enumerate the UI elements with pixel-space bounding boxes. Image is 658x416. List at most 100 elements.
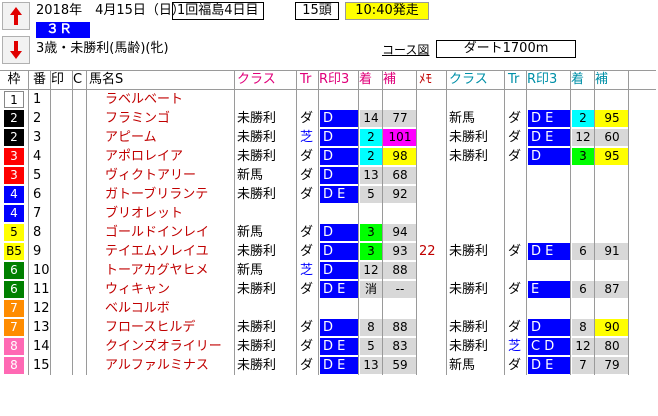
col-waku[interactable]: 枠 <box>2 71 26 89</box>
course-map-link[interactable]: コース図 <box>382 42 429 58</box>
table-row[interactable]: 8 15 アルファルミナス 未勝利ダ D E 13 59 新馬ダ D E 7 79 <box>0 356 656 375</box>
memo-cell[interactable] <box>416 299 442 318</box>
col-number[interactable]: 番 <box>28 71 50 89</box>
c-cell[interactable] <box>72 166 86 185</box>
col-track-1[interactable]: Tr <box>296 71 318 89</box>
table-row[interactable]: 1 1 ラベルベート <box>0 90 656 109</box>
col-class-2[interactable]: クラス <box>446 71 504 89</box>
table-row[interactable]: 3 5 ヴィクトアリー 新馬ダ D 13 68 <box>0 166 656 185</box>
table-row[interactable]: 4 6 ガトーブリランテ 未勝利ダ D E 5 92 <box>0 185 656 204</box>
col-class-1[interactable]: クラス <box>234 71 296 89</box>
mark-cell[interactable] <box>50 299 72 318</box>
mark-cell[interactable] <box>50 109 72 128</box>
horse-name[interactable]: トーアカグヤヒメ <box>86 261 234 280</box>
mark-cell[interactable] <box>50 90 72 109</box>
table-row[interactable]: 7 13 フロースヒルデ 未勝利ダ D 8 88 未勝利ダ D 8 90 <box>0 318 656 337</box>
mark-cell[interactable] <box>50 204 72 223</box>
table-row[interactable]: B5 9 テイエムソレイユ 未勝利ダ D 3 93 22 未勝利ダ D E 6 91 <box>0 242 656 261</box>
memo-cell[interactable] <box>416 185 442 204</box>
memo-cell[interactable] <box>416 261 442 280</box>
c-cell[interactable] <box>72 90 86 109</box>
memo-cell[interactable] <box>416 147 442 166</box>
col-finish-2[interactable]: 着 <box>570 71 594 89</box>
col-c[interactable]: C <box>72 71 86 89</box>
memo-cell[interactable] <box>416 109 442 128</box>
memo-cell[interactable] <box>416 223 442 242</box>
table-row[interactable]: 2 2 フラミンゴ 未勝利ダ D 14 77 新馬ダ D E 2 95 <box>0 109 656 128</box>
next-race-button[interactable] <box>2 36 30 64</box>
c-cell[interactable] <box>72 261 86 280</box>
horse-name[interactable]: フラミンゴ <box>86 109 234 128</box>
race2-track <box>504 90 526 109</box>
c-cell[interactable] <box>72 204 86 223</box>
table-row[interactable]: 6 11 ウィキャン 未勝利ダ D E 消 -- 未勝利ダ E 6 87 <box>0 280 656 299</box>
arrow-up-icon <box>10 7 22 25</box>
col-rmark-2[interactable]: R印3 <box>526 71 570 89</box>
table-row[interactable]: 6 10 トーアカグヤヒメ 新馬芝 D 12 88 <box>0 261 656 280</box>
memo-cell[interactable]: 22 <box>416 242 442 261</box>
table-row[interactable]: 7 12 ベルコルボ <box>0 299 656 318</box>
c-cell[interactable] <box>72 280 86 299</box>
c-cell[interactable] <box>72 242 86 261</box>
col-rmark-1[interactable]: R印3 <box>318 71 358 89</box>
race2-rmark: D E <box>526 356 570 375</box>
memo-cell[interactable] <box>416 280 442 299</box>
table-row[interactable]: 3 4 アポロレイア 未勝利ダ D 2 98 未勝利ダ D 3 95 <box>0 147 656 166</box>
mark-cell[interactable] <box>50 242 72 261</box>
horse-name[interactable]: クインズオライリー <box>86 337 234 356</box>
mark-cell[interactable] <box>50 280 72 299</box>
col-track-2[interactable]: Tr <box>504 71 526 89</box>
memo-cell[interactable] <box>416 166 442 185</box>
memo-cell[interactable] <box>416 318 442 337</box>
col-rating-1[interactable]: 補 <box>382 71 416 89</box>
c-cell[interactable] <box>72 337 86 356</box>
c-cell[interactable] <box>72 185 86 204</box>
memo-cell[interactable] <box>416 128 442 147</box>
table-row[interactable]: 8 14 クインズオライリー 未勝利ダ D E 5 83 未勝利芝 C D 12 80 <box>0 337 656 356</box>
horse-name[interactable]: アポロレイア <box>86 147 234 166</box>
table-row[interactable]: 4 7 ブリオレット <box>0 204 656 223</box>
c-cell[interactable] <box>72 109 86 128</box>
col-memo[interactable]: ﾒﾓ <box>416 71 442 89</box>
mark-cell[interactable] <box>50 337 72 356</box>
col-mark[interactable]: 印 <box>50 71 72 89</box>
c-cell[interactable] <box>72 147 86 166</box>
memo-cell[interactable] <box>416 90 442 109</box>
table-row[interactable]: 5 8 ゴールドインレイ 新馬ダ D 3 94 <box>0 223 656 242</box>
mark-cell[interactable] <box>50 261 72 280</box>
mark-cell[interactable] <box>50 185 72 204</box>
memo-cell[interactable] <box>416 356 442 375</box>
c-cell[interactable] <box>72 299 86 318</box>
horse-name[interactable]: テイエムソレイユ <box>86 242 234 261</box>
c-cell[interactable] <box>72 128 86 147</box>
horse-name[interactable]: アピーム <box>86 128 234 147</box>
c-cell[interactable] <box>72 223 86 242</box>
horse-name[interactable]: ウィキャン <box>86 280 234 299</box>
memo-cell[interactable] <box>416 337 442 356</box>
table-row[interactable]: 2 3 アピーム 未勝利芝 D 2 101 未勝利ダ D E 12 60 <box>0 128 656 147</box>
horse-name[interactable]: アルファルミナス <box>86 356 234 375</box>
mark-cell[interactable] <box>50 223 72 242</box>
c-cell[interactable] <box>72 356 86 375</box>
horse-name[interactable]: フロースヒルデ <box>86 318 234 337</box>
memo-cell[interactable] <box>416 204 442 223</box>
horse-name[interactable]: ガトーブリランテ <box>86 185 234 204</box>
previous-race-button[interactable] <box>2 2 30 30</box>
mark-cell[interactable] <box>50 356 72 375</box>
horse-name[interactable]: ラベルベート <box>86 90 234 109</box>
race2-track <box>504 223 526 242</box>
horse-name[interactable]: ヴィクトアリー <box>86 166 234 185</box>
mark-cell[interactable] <box>50 128 72 147</box>
col-finish-1[interactable]: 着 <box>358 71 382 89</box>
horse-name[interactable]: ゴールドインレイ <box>86 223 234 242</box>
c-cell[interactable] <box>72 318 86 337</box>
col-rating-2[interactable]: 補 <box>594 71 628 89</box>
col-horse-name[interactable]: 馬名S <box>86 71 234 89</box>
horse-name[interactable]: ブリオレット <box>86 204 234 223</box>
rating-badge: 83 <box>383 338 416 355</box>
horse-name[interactable]: ベルコルボ <box>86 299 234 318</box>
mark-cell[interactable] <box>50 166 72 185</box>
rmark-badge: C D <box>528 338 570 355</box>
mark-cell[interactable] <box>50 147 72 166</box>
mark-cell[interactable] <box>50 318 72 337</box>
